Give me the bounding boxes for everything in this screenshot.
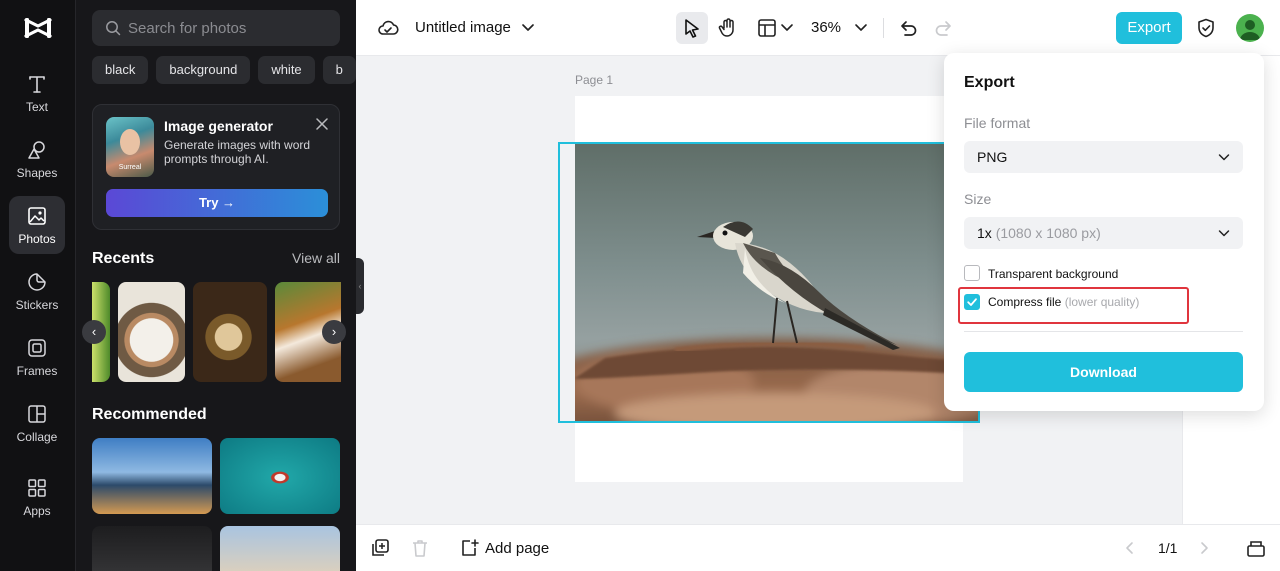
recents-next-button[interactable]: ›	[322, 320, 346, 344]
recommended-photo[interactable]	[220, 438, 340, 514]
view-all-link[interactable]: View all	[292, 250, 340, 266]
frames-icon	[28, 339, 46, 357]
rail-item-label: Collage	[16, 430, 58, 444]
apps-icon	[28, 479, 46, 497]
search-box[interactable]	[92, 10, 340, 46]
close-icon[interactable]	[315, 117, 329, 131]
rail-item-photos[interactable]: Photos	[9, 196, 65, 254]
tag-chip[interactable]: black	[92, 56, 149, 84]
size-label: Size	[964, 191, 992, 207]
page-counter: 1/1	[1158, 540, 1178, 556]
generator-description: Generate images with word prompts throug…	[164, 138, 311, 166]
stickers-icon	[28, 273, 46, 291]
trash-icon[interactable]	[410, 538, 430, 558]
photos-icon	[28, 207, 46, 225]
bird-photo[interactable]	[575, 143, 979, 422]
page-label: Page 1	[575, 73, 614, 87]
recommended-title: Recommended	[92, 406, 207, 423]
zoom-level[interactable]: 36%	[811, 19, 841, 36]
cloud-icon[interactable]	[377, 17, 399, 39]
undo-icon[interactable]	[897, 17, 919, 39]
export-title: Export	[964, 74, 1015, 91]
rail-item-apps[interactable]: Apps	[9, 468, 65, 526]
chevron-down-icon[interactable]	[519, 18, 537, 36]
tag-chip[interactable]: background	[156, 56, 251, 84]
size-select[interactable]: 1x (1080 x 1080 px)	[964, 217, 1243, 249]
pages-panel-icon[interactable]	[1246, 538, 1266, 558]
recommended-photo[interactable]	[92, 526, 212, 571]
rail-item-label: Stickers	[15, 298, 59, 312]
recent-photo[interactable]	[193, 282, 267, 382]
avatar[interactable]	[1236, 14, 1264, 42]
rail-item-label: Apps	[23, 504, 51, 518]
shield-icon[interactable]	[1195, 17, 1217, 39]
chevron-right-icon[interactable]	[1196, 540, 1212, 556]
thumbnail-tag: Surreal	[118, 164, 142, 171]
bird-image	[575, 143, 979, 422]
export-button[interactable]: Export	[1116, 12, 1182, 44]
user-icon	[1240, 20, 1260, 40]
export-popover: Export File format PNG Size 1x (1080 x 1…	[944, 53, 1264, 411]
download-button[interactable]: Download	[964, 352, 1243, 392]
recents-title: Recents	[92, 250, 155, 267]
document-title[interactable]: Untitled image	[415, 19, 511, 36]
left-rail: Text Shapes Photos Stickers Frames Colla…	[0, 0, 76, 571]
chevron-down-icon[interactable]	[853, 19, 869, 35]
chevron-down-icon	[1218, 230, 1230, 237]
rail-item-shapes[interactable]: Shapes	[9, 130, 65, 188]
recents-prev-button[interactable]: ‹	[82, 320, 106, 344]
tag-chip[interactable]: white	[258, 56, 315, 84]
redo-icon[interactable]	[933, 17, 955, 39]
pointer-icon	[685, 19, 699, 38]
shapes-icon	[28, 141, 45, 159]
bottom-toolbar: Add page 1/1	[356, 524, 1280, 571]
chevron-left-icon[interactable]	[1122, 540, 1138, 556]
try-button[interactable]: Try →	[106, 189, 328, 217]
add-page-icon[interactable]	[460, 538, 480, 558]
rail-item-label: Photos	[18, 232, 56, 246]
recommended-photo[interactable]	[92, 438, 212, 514]
recent-photo[interactable]	[118, 282, 185, 382]
hand-icon[interactable]	[717, 17, 739, 39]
size-value: 1x	[977, 225, 992, 241]
annotation-highlight-box	[958, 287, 1189, 324]
toolbar-divider	[883, 18, 884, 38]
duplicate-page-icon[interactable]	[370, 538, 390, 558]
rail-item-frames[interactable]: Frames	[9, 328, 65, 386]
tag-chips: black background white b	[92, 56, 356, 84]
chevron-down-icon	[1218, 154, 1230, 161]
photos-panel: blackbackgroundwhiteb Surreal Image gene…	[76, 0, 356, 571]
capcut-logo[interactable]	[22, 14, 54, 42]
top-toolbar: Untitled image 36% Export	[356, 0, 1280, 56]
tag-chip[interactable]: b	[322, 56, 356, 84]
layout-icon[interactable]	[756, 17, 778, 39]
search-input[interactable]	[128, 10, 328, 46]
file-format-label: File format	[964, 115, 1031, 131]
image-generator-card: Surreal Image generator Generate images …	[92, 104, 340, 230]
text-icon	[29, 76, 45, 93]
collage-icon	[28, 405, 46, 423]
transparent-background-checkbox[interactable]	[964, 265, 980, 281]
search-icon	[106, 21, 121, 36]
recommended-photo[interactable]	[220, 526, 340, 571]
chevron-down-icon[interactable]	[779, 19, 795, 35]
size-hint: (1080 x 1080 px)	[995, 225, 1101, 241]
file-format-select[interactable]: PNG	[964, 141, 1243, 173]
generator-thumbnail: Surreal	[106, 117, 154, 177]
rail-item-label: Shapes	[16, 166, 58, 180]
rail-item-label: Frames	[16, 364, 58, 378]
rail-item-stickers[interactable]: Stickers	[9, 262, 65, 320]
file-format-value: PNG	[977, 149, 1008, 165]
transparent-background-label[interactable]: Transparent background	[988, 267, 1118, 281]
generator-title: Image generator	[164, 118, 273, 134]
popover-divider	[964, 331, 1243, 332]
add-page-button[interactable]: Add page	[485, 540, 549, 557]
rail-item-text[interactable]: Text	[9, 64, 65, 122]
rail-item-label: Text	[25, 100, 48, 114]
rail-item-collage[interactable]: Collage	[9, 394, 65, 452]
collapse-panel-handle[interactable]: ‹	[356, 258, 364, 314]
select-tool-button[interactable]	[676, 12, 708, 44]
